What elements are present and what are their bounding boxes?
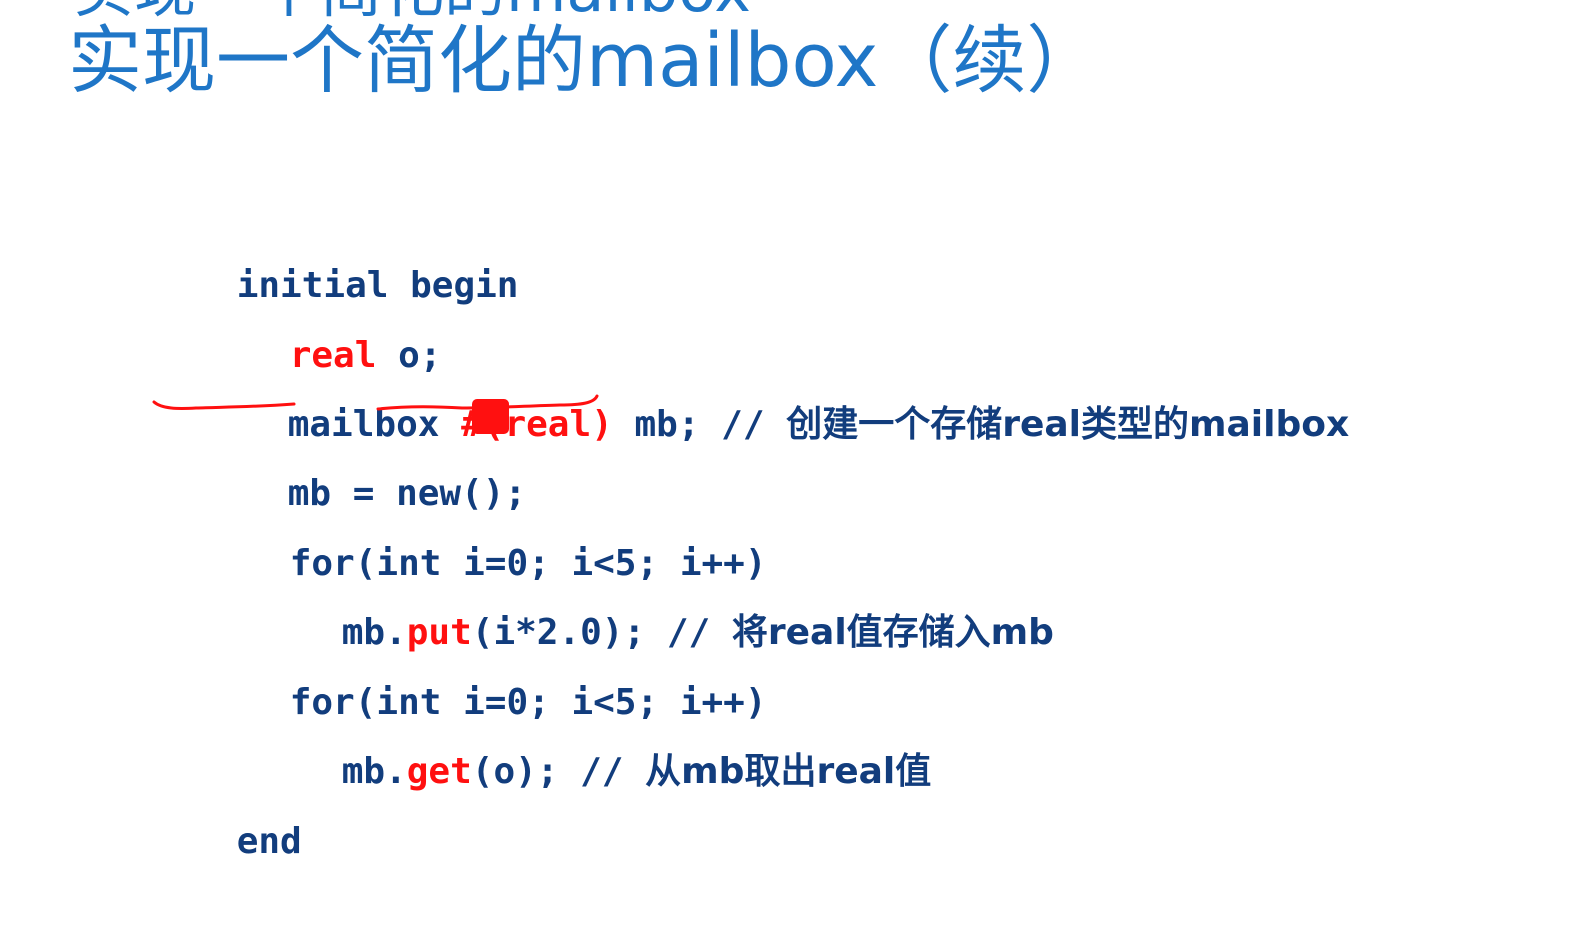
code-text: end [236, 821, 302, 862]
code-text: mb; // [612, 404, 787, 445]
code-text: mb. [341, 751, 407, 792]
comment-text: 从mb取出real值 [645, 751, 932, 792]
code-line-end: end [150, 770, 302, 914]
code-block: initial begin real o; mailbox #(real) mb… [0, 0, 1584, 926]
method-get: get [406, 751, 472, 792]
code-line-get-value: mb.get(o); // 从mb取出real值 [255, 700, 932, 844]
comment-text: 创建一个存储real类型的mailbox [786, 404, 1350, 445]
comment-text: 将real值存储入mb [731, 612, 1054, 653]
code-text: (o); // [471, 751, 646, 792]
